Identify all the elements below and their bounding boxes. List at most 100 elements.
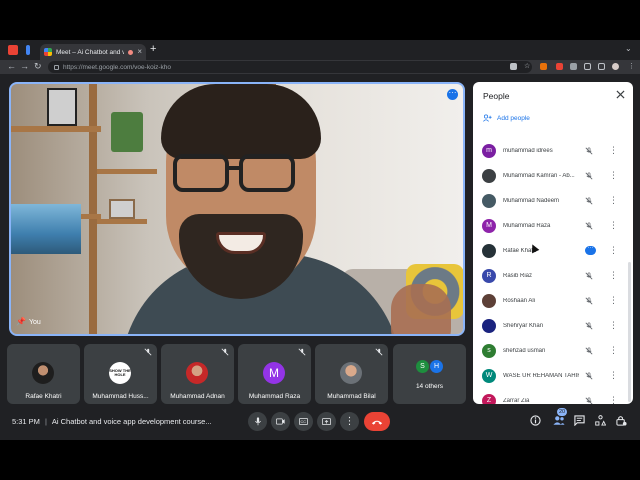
participant-more-icon[interactable]: ⋮ <box>609 396 618 405</box>
tile-name: Muhammad Bilal <box>327 393 376 400</box>
cast-icon[interactable] <box>584 63 591 70</box>
camera-button[interactable] <box>271 412 290 431</box>
camera-icon <box>276 418 285 425</box>
extension-red-icon[interactable] <box>556 63 563 70</box>
side-panel-icon[interactable] <box>598 63 605 70</box>
participant-more-icon[interactable]: ⋮ <box>609 271 618 280</box>
meeting-title: Ai Chatbot and voice app development cou… <box>51 417 212 426</box>
participant-name: Zarrar Zia <box>503 397 530 404</box>
meet-favicon-icon <box>44 48 52 56</box>
activities-icon <box>595 415 606 426</box>
participant-tile[interactable]: SHOW THE HOLE Muhammad Huss... <box>84 344 157 404</box>
participant-more-icon[interactable]: ⋮ <box>609 196 618 205</box>
share-icon[interactable] <box>510 63 517 70</box>
activities-button[interactable] <box>595 415 606 426</box>
pinned-tab-icon[interactable] <box>26 45 30 55</box>
participant-row[interactable]: W WASE UR REHAMAN TAHIRI ⋮ <box>473 363 633 388</box>
other-avatar: S <box>416 360 429 373</box>
participant-row[interactable]: Rafae Khatri ··· ⋮ <box>473 238 633 263</box>
participant-avatar: M <box>482 218 496 233</box>
people-icon <box>553 416 565 425</box>
add-people-label: Add people <box>497 114 530 122</box>
browser-tab-strip: Meet – Ai Chatbot and voic × + ⌄ <box>0 40 640 60</box>
participant-more-icon[interactable]: ⋮ <box>609 146 618 155</box>
host-controls-button[interactable] <box>616 415 627 426</box>
more-options-icon[interactable]: ··· <box>447 89 458 100</box>
person-hair <box>161 84 321 159</box>
tab-search-chevron-icon[interactable]: ⌄ <box>625 44 632 53</box>
extension-orange-icon[interactable] <box>540 63 547 70</box>
captions-icon: CC <box>299 418 308 425</box>
main-speaker-video[interactable]: ··· 📌 You <box>9 82 465 336</box>
mic-off-icon <box>585 192 593 210</box>
present-button[interactable] <box>317 412 336 431</box>
participant-row[interactable]: Shehryar Khan ⋮ <box>473 313 633 338</box>
reload-icon[interactable]: ↻ <box>34 61 42 72</box>
participant-more-icon[interactable]: ⋮ <box>609 171 618 180</box>
extensions-puzzle-icon[interactable] <box>570 63 577 70</box>
mic-off-icon <box>585 217 593 235</box>
avatar <box>186 362 208 384</box>
chrome-menu-icon[interactable]: ⋮ <box>628 63 635 70</box>
mic-off-icon <box>585 167 593 185</box>
pin-icon[interactable]: 📌 <box>16 317 26 326</box>
mic-button[interactable] <box>248 412 267 431</box>
meeting-time: 5:31 PM <box>12 417 40 426</box>
glasses-bridge <box>229 166 241 170</box>
participant-row[interactable]: Muhammad Kamran - Ab... ⋮ <box>473 163 633 188</box>
participant-more-icon[interactable]: ⋮ <box>609 346 618 355</box>
captions-button[interactable]: CC <box>294 412 313 431</box>
people-button[interactable] <box>553 415 565 426</box>
participant-name: shehzad usman <box>503 347 546 354</box>
participant-more-icon[interactable]: ⋮ <box>609 371 618 380</box>
participant-row[interactable]: M Muhammad Raza ⋮ <box>473 213 633 238</box>
participant-more-icon[interactable]: ⋮ <box>609 296 618 305</box>
participant-row[interactable]: m muhammad idrees ⋮ <box>473 138 633 163</box>
svg-text:CC: CC <box>301 420 307 424</box>
mic-off-icon <box>298 348 306 356</box>
meeting-info: 5:31 PM | Ai Chatbot and voice app devel… <box>12 417 212 426</box>
meet-area: ··· 📌 You Rafae Khatri SHOW THE HOLE Muh… <box>0 74 640 440</box>
participant-tile[interactable]: Muhammad Bilal <box>315 344 388 404</box>
add-people-button[interactable]: Add people <box>483 114 530 122</box>
participant-row[interactable]: Z Zarrar Zia ⋮ <box>473 388 633 404</box>
participant-row[interactable]: Muhammad Nadeem ⋮ <box>473 188 633 213</box>
participant-row[interactable]: R Rasib Riaz ⋮ <box>473 263 633 288</box>
address-bar[interactable]: https://meet.google.com/voe-koiz-kho <box>48 61 532 73</box>
participant-more-icon[interactable]: ⋮ <box>609 321 618 330</box>
participant-avatar <box>482 318 496 333</box>
present-icon <box>322 417 331 425</box>
close-icon[interactable] <box>616 90 625 99</box>
tab-close-icon[interactable]: × <box>137 48 142 56</box>
person-hand <box>391 284 451 334</box>
participant-name: Shehryar Khan <box>503 322 544 329</box>
participant-tile[interactable]: M Muhammad Raza <box>238 344 311 404</box>
chat-button[interactable] <box>574 415 585 426</box>
participant-row[interactable]: s shehzad usman ⋮ <box>473 338 633 363</box>
meeting-details-button[interactable] <box>530 415 541 426</box>
forward-icon[interactable]: → <box>20 61 29 72</box>
participant-avatar <box>482 193 496 208</box>
participant-row[interactable]: Roshaan Ali ⋮ <box>473 288 633 313</box>
tab-meet[interactable]: Meet – Ai Chatbot and voic × <box>40 44 146 60</box>
profile-avatar[interactable] <box>612 63 619 70</box>
participant-tile[interactable]: Muhammad Adnan <box>161 344 234 404</box>
mic-off-icon <box>585 142 593 160</box>
browser-toolbar: ← → ↻ https://meet.google.com/voe-koiz-k… <box>0 60 640 74</box>
participant-more-icon[interactable]: ⋮ <box>609 221 618 230</box>
participant-avatar: W <box>482 368 496 383</box>
participant-more-icon[interactable]: ⋮ <box>609 246 618 255</box>
tile-name: Muhammad Adnan <box>170 393 225 400</box>
participant-tile[interactable]: Rafae Khatri <box>7 344 80 404</box>
new-tab-button[interactable]: + <box>150 43 156 55</box>
mic-off-icon <box>221 348 229 356</box>
glasses-lens <box>239 154 295 192</box>
back-icon[interactable]: ← <box>7 61 16 72</box>
small-frame <box>109 199 135 219</box>
leave-call-button[interactable] <box>364 412 390 431</box>
bookmark-star-icon[interactable]: ☆ <box>524 63 531 70</box>
youtube-tab-icon[interactable] <box>8 45 18 55</box>
panel-scrollbar[interactable] <box>628 262 631 402</box>
more-options-button[interactable]: ⋮ <box>340 412 359 431</box>
others-tile[interactable]: S H 14 others <box>393 344 466 404</box>
